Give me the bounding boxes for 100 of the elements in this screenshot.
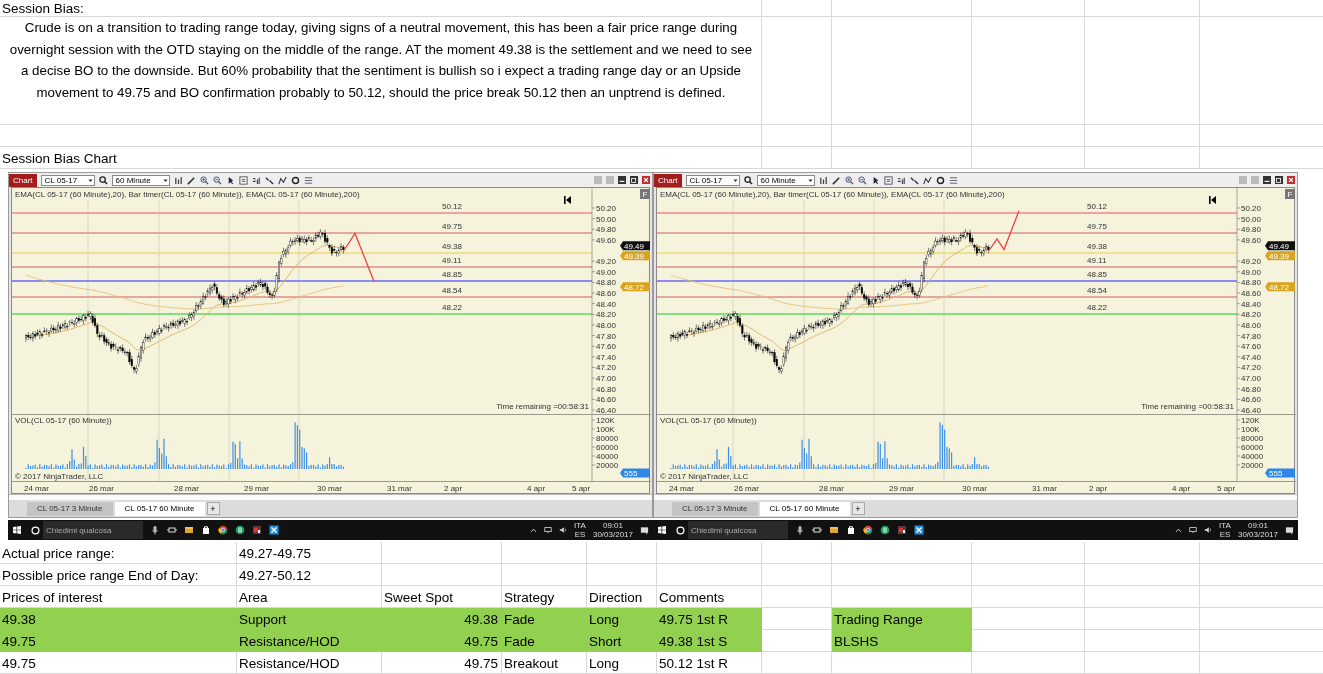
microphone-icon[interactable] (795, 525, 805, 535)
interval-select[interactable]: 60 Minute (111, 174, 170, 186)
search-field[interactable]: Chiedimi qualcosa (43, 521, 143, 539)
minimize-icon[interactable] (1263, 176, 1271, 184)
circle-icon[interactable] (290, 175, 300, 185)
price-tick: 50.20 (1241, 204, 1262, 213)
list-icon[interactable] (948, 175, 958, 185)
price-tick: 48.60 (596, 289, 617, 299)
layout-indicator[interactable]: ES (574, 530, 586, 539)
app-icon[interactable] (880, 525, 890, 535)
clock-date[interactable]: 30/03/2017 (1237, 530, 1278, 539)
search-icon[interactable] (98, 175, 108, 185)
zoom-in-icon[interactable] (844, 175, 854, 185)
bar-chart-icon[interactable] (173, 175, 183, 185)
shopping-bag-icon[interactable] (846, 525, 856, 535)
chevron-up-icon[interactable] (1175, 526, 1183, 534)
app-icon[interactable] (897, 525, 907, 535)
price-tick: 47.40 (1241, 352, 1262, 362)
task-view-icon[interactable] (812, 525, 822, 535)
bars-icon[interactable] (251, 175, 261, 185)
table-cell: 49.38 (382, 608, 502, 630)
price-tick: 47.80 (596, 331, 617, 341)
add-tab-button[interactable]: + (851, 502, 865, 515)
caret-icon[interactable] (807, 177, 813, 183)
zoom-in-icon[interactable] (199, 175, 209, 185)
task-view-icon[interactable] (167, 525, 177, 535)
line-tool-icon[interactable] (277, 175, 287, 185)
search-icon[interactable] (743, 175, 753, 185)
chart-tab[interactable]: CL 05-17 60 Minute (759, 501, 850, 516)
interval-select[interactable]: 60 Minute (756, 174, 815, 186)
x-app-icon[interactable] (269, 525, 279, 535)
windows-logo-icon[interactable] (657, 525, 667, 535)
pencil-icon[interactable] (831, 175, 841, 185)
clock-date[interactable]: 30/03/2017 (592, 530, 633, 539)
chevron-up-icon[interactable] (530, 526, 538, 534)
app-icon[interactable] (235, 525, 245, 535)
pencil-icon[interactable] (186, 175, 196, 185)
note-cell: BLSHS (832, 630, 972, 652)
scrollbar[interactable] (9, 494, 652, 500)
bars-icon[interactable] (896, 175, 906, 185)
search-field[interactable]: Chiedimi qualcosa (688, 521, 788, 539)
end-icon[interactable] (564, 196, 571, 204)
zoom-out-icon[interactable] (857, 175, 867, 185)
shopping-bag-icon[interactable] (201, 525, 211, 535)
end-icon[interactable] (1209, 196, 1216, 204)
microphone-icon[interactable] (150, 525, 160, 535)
bar-chart-icon[interactable] (818, 175, 828, 185)
notification-icon[interactable] (1285, 525, 1294, 535)
date-label: 31 mar (1032, 484, 1057, 493)
caret-icon[interactable] (87, 177, 93, 183)
browser-icon[interactable] (218, 525, 228, 535)
price-tick: 48.20 (1241, 310, 1262, 320)
circle-icon (676, 525, 685, 535)
layout-indicator[interactable]: ES (1219, 530, 1231, 539)
network-icon[interactable] (1189, 526, 1198, 534)
browser-icon[interactable] (863, 525, 873, 535)
clock-time[interactable]: 09:01 (602, 521, 623, 530)
chart-title: Chart (9, 173, 37, 187)
chart-tab[interactable]: CL 05-17 3 Minute (672, 501, 758, 516)
close-icon[interactable] (642, 176, 650, 184)
caret-icon[interactable] (162, 177, 168, 183)
instrument-select[interactable]: CL 05-17 (685, 174, 740, 186)
scale-button[interactable]: F (1285, 189, 1295, 199)
properties-icon[interactable] (238, 175, 248, 185)
list-icon[interactable] (303, 175, 313, 185)
speaker-icon[interactable] (559, 526, 568, 534)
level-label: 50.12 (442, 202, 463, 211)
restore-icon[interactable] (1275, 176, 1283, 184)
network-icon[interactable] (544, 526, 553, 534)
language-indicator[interactable]: ITA (574, 521, 586, 530)
folder-icon[interactable] (184, 525, 194, 535)
minimize-icon[interactable] (618, 176, 626, 184)
price-tick: 48.00 (596, 320, 617, 330)
speaker-icon[interactable] (1204, 526, 1213, 534)
x-app-icon[interactable] (914, 525, 924, 535)
caret-icon[interactable] (732, 177, 738, 183)
app-icon[interactable] (252, 525, 262, 535)
circle-icon[interactable] (935, 175, 945, 185)
tile-icon[interactable] (594, 176, 602, 184)
properties-icon[interactable] (883, 175, 893, 185)
tile-icon[interactable] (1251, 176, 1259, 184)
clock-time[interactable]: 09:01 (1247, 521, 1268, 530)
notification-icon[interactable] (640, 525, 649, 535)
tile-icon[interactable] (1239, 176, 1247, 184)
chart-tab[interactable]: CL 05-17 3 Minute (27, 501, 113, 516)
chart-tab[interactable]: CL 05-17 60 Minute (114, 501, 205, 516)
instrument-select[interactable]: CL 05-17 (40, 174, 95, 186)
line-tool-icon[interactable] (922, 175, 932, 185)
add-tab-button[interactable]: + (206, 502, 220, 515)
scrollbar[interactable] (654, 494, 1297, 500)
language-indicator[interactable]: ITA (1219, 521, 1231, 530)
zoom-out-icon[interactable] (212, 175, 222, 185)
scale-button[interactable]: F (640, 189, 650, 199)
restore-icon[interactable] (630, 176, 638, 184)
column-header: Direction (588, 588, 644, 607)
windows-logo-icon[interactable] (12, 525, 22, 535)
price-badge: 48.72 (1265, 282, 1295, 292)
folder-icon[interactable] (829, 525, 839, 535)
tile-icon[interactable] (606, 176, 614, 184)
close-icon[interactable] (1287, 176, 1295, 184)
